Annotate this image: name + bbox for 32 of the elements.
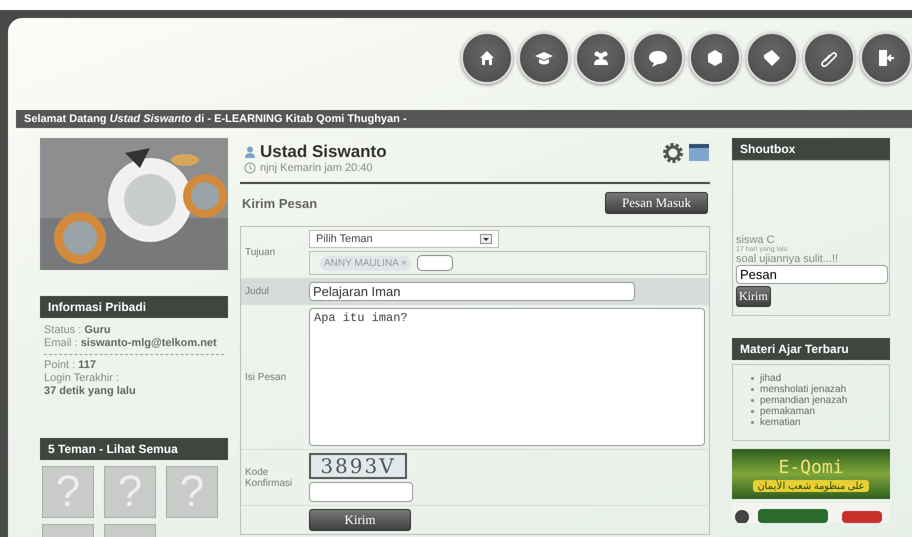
inbox-button[interactable]: Pesan Masuk <box>605 192 708 214</box>
section-header: Informasi Pribadi <box>40 296 228 318</box>
material-link[interactable]: kematian <box>760 417 801 428</box>
field-label: Kode Konfirmasi <box>244 466 294 490</box>
message-textarea[interactable]: Apa itu iman? <box>309 308 705 446</box>
section-title: Kirim Pesan <box>242 196 318 210</box>
shout-send-button[interactable]: Kirim <box>736 286 771 307</box>
status-text: njnj Kemarin jam 20:40 <box>260 162 373 174</box>
shout-author: siswa C <box>736 234 776 246</box>
info-text: Login Terakhir : <box>44 372 120 385</box>
field-label: Isi Pesan <box>244 370 288 384</box>
info-text: Point : 117 <box>44 359 97 372</box>
subject-input[interactable]: Pelajaran Iman <box>309 282 635 301</box>
section-header[interactable]: 5 Teman - Lihat Semua <box>40 438 228 460</box>
captcha-text: 3893V <box>309 453 407 479</box>
field-label: Tujuan <box>244 246 276 260</box>
material-link[interactable]: pemandian jenazah <box>760 395 848 406</box>
material-link[interactable]: jihad <box>760 373 782 384</box>
section-header: Shoutbox <box>732 138 890 160</box>
send-button[interactable]: Kirim <box>309 509 411 531</box>
shout-input[interactable]: Pesan <box>736 265 888 284</box>
shout-message: soal ujiannya sulit...!! <box>736 253 840 265</box>
info-text: Status : Guru <box>44 324 112 337</box>
field-label: Judul <box>244 285 270 299</box>
info-text: 37 detik yang lalu <box>44 385 137 398</box>
material-link[interactable]: mensholati jenazah <box>760 384 846 395</box>
section-header: Materi Ajar Terbaru <box>732 338 890 360</box>
material-link[interactable]: pemakaman <box>760 406 816 417</box>
welcome-text: Selamat Datang Ustad Siswanto di - E-LEARNING Kitab Qomi Thughyan - <box>16 110 912 128</box>
info-text: Email : siswanto-mlg@telkom.net <box>44 337 218 350</box>
profile-name: Ustad Siswanto <box>260 142 387 162</box>
recipient-select[interactable]: Pilih Teman <box>309 230 499 248</box>
